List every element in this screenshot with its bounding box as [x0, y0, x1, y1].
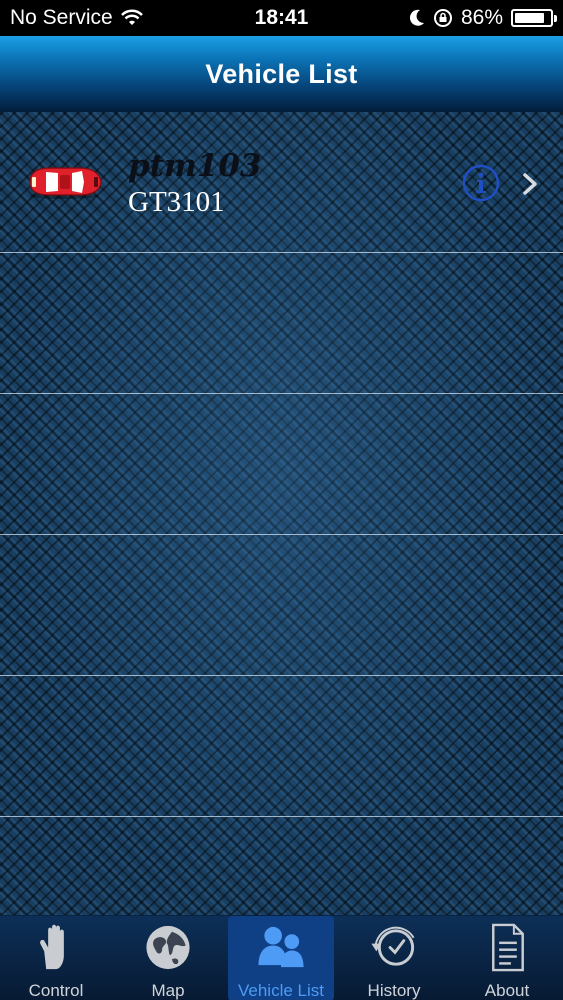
status-bar: No Service 18:41 86% [0, 0, 563, 36]
chevron-right-icon[interactable] [520, 172, 540, 196]
tab-vehicle-list[interactable]: Vehicle List [228, 916, 334, 1000]
tab-history[interactable]: History [338, 916, 450, 1000]
battery-percent: 86% [460, 6, 503, 29]
vehicle-row[interactable]: ptm103 GT3101 [0, 112, 563, 253]
tab-label: Vehicle List [238, 981, 324, 1000]
battery-icon [511, 9, 557, 27]
empty-row [0, 253, 563, 394]
tab-label: Control [28, 981, 84, 1000]
car-icon [29, 167, 102, 199]
users-icon [258, 926, 304, 968]
rotation-lock-icon [433, 9, 452, 27]
vehicle-list[interactable]: ptm103 GT3101 [0, 112, 563, 915]
empty-row [0, 676, 563, 817]
vehicle-name: ptm103 [128, 148, 262, 184]
tab-label: Map [151, 981, 185, 1000]
tab-map[interactable]: Map [112, 916, 224, 1000]
document-icon [492, 923, 524, 972]
tab-about[interactable]: About [451, 916, 563, 1000]
tab-control[interactable]: Control [0, 916, 112, 1000]
empty-row [0, 394, 563, 535]
tab-bar: Control Map Vehicle List History About [0, 915, 563, 1000]
hand-icon [40, 924, 64, 970]
empty-row [0, 535, 563, 676]
tab-label: History [367, 981, 421, 1000]
globe-icon [146, 925, 190, 970]
info-icon[interactable] [462, 164, 500, 202]
tab-label: About [484, 981, 530, 1000]
page-title: Vehicle List [205, 58, 358, 89]
vehicle-model: GT3101 [128, 186, 225, 218]
nav-bar: Vehicle List [0, 36, 563, 112]
history-clock-icon [371, 926, 415, 966]
moon-icon [409, 9, 424, 26]
battery-fill [515, 13, 545, 23]
